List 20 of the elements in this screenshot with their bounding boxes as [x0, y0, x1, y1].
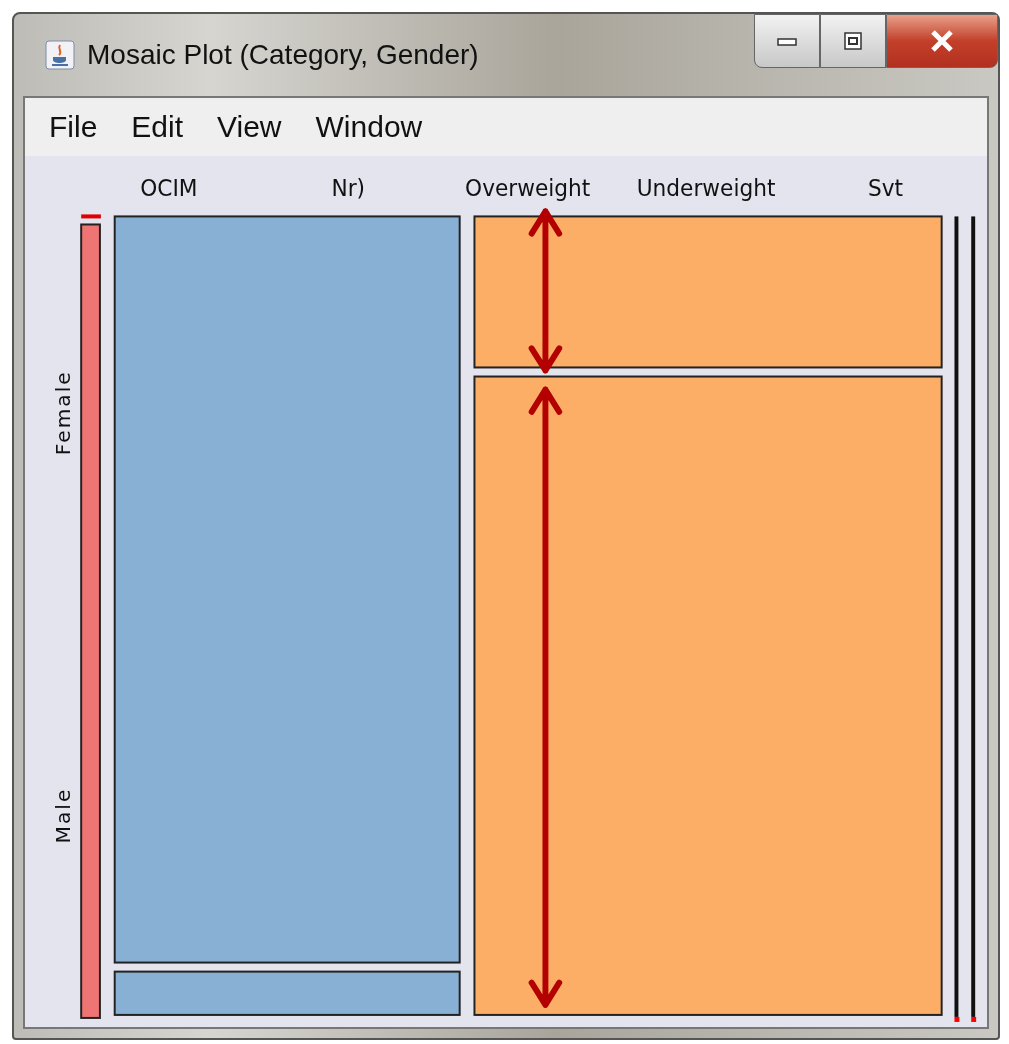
minimize-button[interactable]	[754, 14, 820, 68]
highlight-marker	[81, 214, 101, 219]
column-label: OCIM	[140, 176, 198, 202]
menu-item[interactable]: File	[49, 110, 98, 144]
close-button[interactable]	[886, 14, 998, 68]
row-label: Male	[52, 787, 76, 844]
column-label: Underweight	[636, 176, 776, 202]
minimize-icon	[776, 35, 798, 47]
row-label: Female	[52, 370, 76, 456]
menu-item[interactable]: View	[217, 110, 282, 144]
column-label: Nr)	[331, 176, 366, 202]
menu-item[interactable]: Window	[315, 110, 423, 144]
maximize-button[interactable]	[820, 14, 886, 68]
column-label: Svt	[867, 176, 903, 202]
maximize-icon	[842, 30, 864, 52]
cup-icon	[45, 40, 75, 70]
window-title: Mosaic Plot (Category, Gender)	[87, 39, 479, 71]
column-label: Overweight	[465, 176, 591, 202]
menu-item[interactable]: Edit	[131, 110, 184, 144]
close-icon	[928, 29, 956, 53]
